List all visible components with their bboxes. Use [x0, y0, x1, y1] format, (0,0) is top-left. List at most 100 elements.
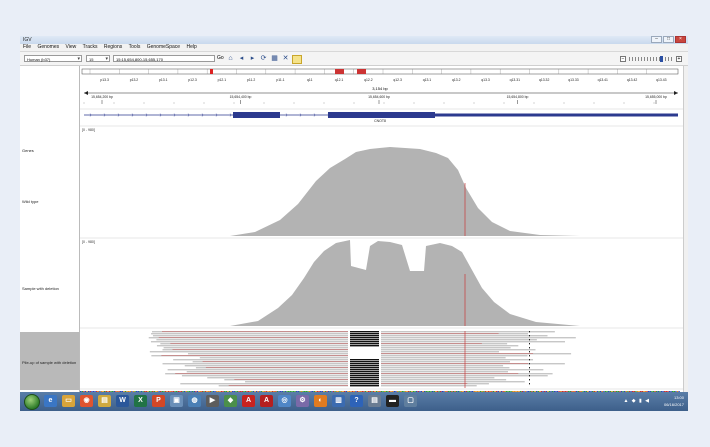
aligned-read[interactable]	[152, 335, 348, 337]
gene-utr[interactable]	[435, 113, 678, 117]
aligned-read[interactable]	[180, 383, 348, 385]
aligned-read[interactable]	[207, 377, 348, 379]
aligned-read[interactable]	[381, 351, 500, 353]
aligned-read[interactable]	[245, 381, 348, 383]
aligned-read[interactable]	[381, 337, 576, 339]
chromosome-select[interactable]: 15	[86, 55, 110, 63]
tracks-canvas[interactable]: p13.3 p13.2 p13.1 p12.3 p12.1 p11.2 p11.1 q11 q1…	[80, 66, 683, 398]
aligned-read[interactable]	[381, 335, 548, 337]
close-button[interactable]: ×	[675, 36, 686, 43]
minimize-button[interactable]: –	[651, 36, 662, 43]
track-label-sample-deletion[interactable]: Sample with deletion	[22, 286, 59, 291]
aligned-read[interactable]	[381, 361, 510, 363]
aligned-read[interactable]	[381, 355, 528, 357]
aligned-read[interactable]	[381, 379, 507, 381]
settings-icon[interactable]: ⚙	[296, 395, 309, 407]
gene-exon[interactable]	[233, 112, 280, 118]
aligned-read[interactable]	[163, 347, 348, 349]
vertical-scrollbar[interactable]	[683, 66, 688, 398]
menu-genomespace[interactable]: GenomeSpace	[147, 44, 180, 50]
gene-exon[interactable]	[328, 112, 435, 118]
aligned-read[interactable]	[381, 357, 506, 359]
track-label-genes[interactable]: Genes	[22, 148, 34, 153]
aligned-read[interactable]	[381, 377, 495, 379]
aligned-read[interactable]	[156, 345, 348, 347]
help-icon[interactable]: ?	[350, 395, 363, 407]
deletion-coverage[interactable]	[230, 240, 580, 326]
media-icon[interactable]: ▶	[206, 395, 219, 407]
tool-icon[interactable]: ◆	[224, 395, 237, 407]
aligned-read[interactable]	[381, 367, 510, 369]
zoom-knob[interactable]	[660, 56, 663, 62]
menu-tracks[interactable]: Tracks	[83, 44, 98, 50]
track-label-wild-type[interactable]: Wild type	[22, 199, 38, 204]
acrobat-icon[interactable]: A	[242, 395, 255, 407]
app-icon[interactable]: ▣	[170, 395, 183, 407]
start-button[interactable]	[24, 394, 40, 410]
aligned-read[interactable]	[381, 345, 519, 347]
zoom-slider[interactable]: − +	[620, 56, 682, 62]
printer-icon[interactable]: ▤	[368, 395, 381, 407]
ie-icon[interactable]: e	[44, 395, 57, 407]
define-region-icon[interactable]: ▦	[270, 55, 279, 63]
zoom-out-icon[interactable]: −	[620, 56, 626, 62]
aligned-read[interactable]	[199, 357, 348, 359]
menu-regions[interactable]: Regions	[104, 44, 122, 50]
gene-track[interactable]: CNOT8	[84, 112, 678, 123]
clock[interactable]: 13:00 06/16/2017	[664, 394, 684, 408]
menu-tools[interactable]: Tools	[129, 44, 141, 50]
menu-file[interactable]: File	[23, 44, 31, 50]
aligned-read[interactable]	[381, 371, 509, 373]
popup-info-icon[interactable]	[292, 55, 302, 64]
home-icon[interactable]: ⌂	[226, 55, 235, 63]
chrome-icon[interactable]: ◉	[80, 395, 93, 407]
word-icon[interactable]: W	[116, 395, 129, 407]
zoom-in-icon[interactable]: +	[676, 56, 682, 62]
aligned-read[interactable]	[381, 347, 511, 349]
aligned-read[interactable]	[381, 381, 525, 383]
menu-view[interactable]: View	[66, 44, 77, 50]
aligned-read[interactable]	[162, 363, 348, 365]
aligned-read[interactable]	[150, 341, 348, 343]
aligned-read[interactable]	[381, 339, 537, 341]
locus-input[interactable]: 15:15,654,800-15,655,170	[113, 55, 215, 62]
powerpoint-icon[interactable]: P	[152, 395, 165, 407]
excel-icon[interactable]: X	[134, 395, 147, 407]
chromosome-ideogram[interactable]	[81, 68, 679, 75]
aligned-read[interactable]	[173, 359, 348, 361]
maximize-button[interactable]: □	[663, 36, 674, 43]
back-icon[interactable]: ◂	[237, 55, 246, 63]
aligned-read[interactable]	[167, 369, 348, 371]
aligned-read[interactable]	[381, 375, 548, 377]
explorer-icon[interactable]: ▤	[98, 395, 111, 407]
aligned-read[interactable]	[186, 371, 348, 373]
aligned-read[interactable]	[381, 359, 534, 361]
aligned-read[interactable]	[184, 365, 348, 367]
wild-type-coverage[interactable]	[230, 147, 580, 236]
globe-icon[interactable]: ◍	[188, 395, 201, 407]
folder-icon[interactable]: ▭	[62, 395, 75, 407]
genome-select[interactable]: Human (b37)	[24, 55, 82, 63]
aligned-read[interactable]	[156, 339, 348, 341]
go-button[interactable]: Go	[217, 55, 224, 62]
chart-app-icon[interactable]: ▥	[332, 395, 345, 407]
firefox-icon[interactable]: ◐	[314, 395, 327, 407]
aligned-read[interactable]	[181, 375, 348, 377]
refresh-icon[interactable]: ⟳	[259, 55, 268, 63]
menu-help[interactable]: Help	[186, 44, 196, 50]
terminal-icon[interactable]: ▬	[386, 395, 399, 407]
window-icon[interactable]: ▢	[404, 395, 417, 407]
menu-genomes[interactable]: Genomes	[37, 44, 59, 50]
pdf-icon[interactable]: A	[260, 395, 273, 407]
aligned-read[interactable]	[149, 351, 348, 353]
aligned-read[interactable]	[151, 333, 348, 335]
aligned-read[interactable]	[381, 331, 555, 333]
network-icon[interactable]: ◎	[278, 395, 291, 407]
aligned-read[interactable]	[381, 385, 477, 387]
aligned-read[interactable]	[381, 365, 504, 367]
aligned-read[interactable]	[381, 369, 544, 371]
aligned-read[interactable]	[187, 353, 348, 355]
aligned-read[interactable]	[381, 341, 566, 343]
forward-icon[interactable]: ▸	[248, 55, 257, 63]
resize-icon[interactable]: ✕	[281, 55, 290, 63]
